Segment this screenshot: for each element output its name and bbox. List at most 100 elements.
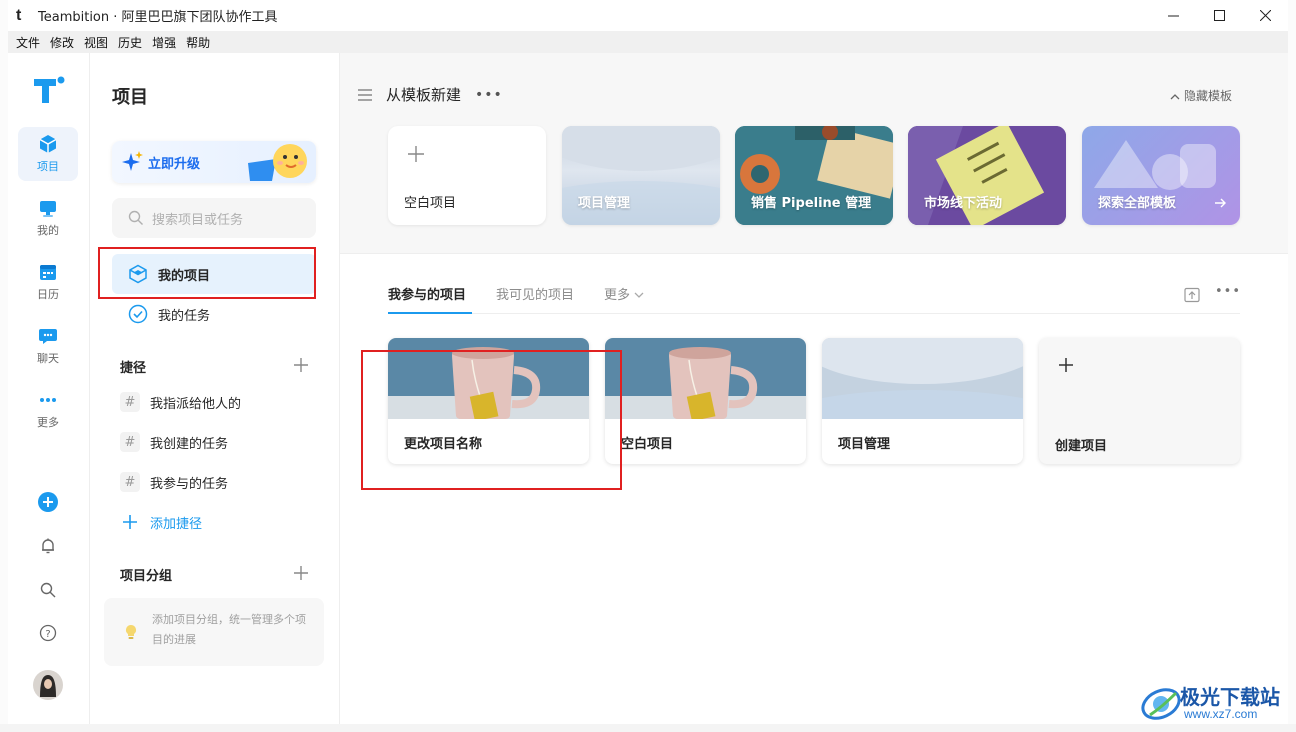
template-sales-pipeline[interactable]: 销售 Pipeline 管理 bbox=[735, 126, 893, 225]
menu-history[interactable]: 历史 bbox=[118, 34, 142, 51]
menu-bar: 文件 修改 视图 历史 增强 帮助 bbox=[8, 31, 1288, 53]
rail-label: 项目 bbox=[37, 160, 59, 173]
project-cover-image bbox=[822, 338, 1023, 419]
add-group-plus-icon[interactable] bbox=[293, 565, 309, 581]
rail-item-chat[interactable]: 聊天 bbox=[18, 319, 78, 373]
plus-icon bbox=[123, 515, 137, 529]
cube-icon bbox=[39, 135, 57, 153]
watermark-title: 极光下载站 bbox=[1180, 685, 1280, 709]
plus-icon bbox=[1059, 358, 1073, 372]
shortcut-participating[interactable]: # 我参与的任务 bbox=[120, 470, 228, 494]
template-blank[interactable]: 空白项目 bbox=[388, 126, 546, 225]
rail-item-more[interactable]: 更多 bbox=[18, 383, 78, 437]
groups-tip-text: 添加项目分组，统一管理多个项目的进展 bbox=[152, 613, 306, 646]
rail-label: 日历 bbox=[37, 288, 59, 301]
rail-item-calendar[interactable]: 日历 bbox=[18, 255, 78, 309]
rail-label: 我的 bbox=[37, 224, 59, 237]
search-input[interactable]: 搜索项目或任务 bbox=[112, 198, 316, 238]
menu-icon[interactable] bbox=[358, 88, 372, 101]
rail-label: 聊天 bbox=[37, 352, 59, 365]
nav-my-tasks[interactable]: 我的任务 bbox=[112, 294, 316, 334]
hash-icon: # bbox=[120, 432, 140, 452]
sparkle-icon bbox=[122, 151, 143, 171]
project-tabs: 我参与的项目 我可见的项目 更多 ••• bbox=[388, 281, 1240, 314]
project-name: 空白项目 bbox=[621, 437, 674, 452]
tab-visible[interactable]: 我可见的项目 bbox=[496, 284, 574, 303]
create-project-label: 创建项目 bbox=[1055, 439, 1108, 454]
add-shortcut-plus-icon[interactable] bbox=[293, 357, 309, 373]
more-icon[interactable]: ••• bbox=[475, 87, 503, 103]
add-shortcut-label: 添加捷径 bbox=[150, 516, 203, 532]
main-content: 从模板新建 ••• 隐藏模板 空白项目 项目管理 销售 Pipeline 管理 … bbox=[340, 53, 1288, 724]
window-frame-right bbox=[1288, 0, 1296, 732]
close-icon[interactable] bbox=[1242, 0, 1288, 31]
menu-help[interactable]: 帮助 bbox=[186, 34, 210, 51]
svg-text:?: ? bbox=[45, 629, 50, 640]
chat-icon bbox=[39, 329, 57, 344]
project-cover-image bbox=[605, 338, 806, 419]
rail-item-projects[interactable]: 项目 bbox=[18, 127, 78, 181]
chevron-down-icon bbox=[634, 292, 644, 298]
project-sidebar: 项目 立即升级 搜索项目或任务 我的项目 我的任务 捷径 # 我指派给他人的 #… bbox=[90, 53, 340, 724]
rail-item-mine[interactable]: 我的 bbox=[18, 191, 78, 245]
maximize-icon[interactable] bbox=[1196, 0, 1242, 31]
monitor-icon bbox=[40, 201, 56, 217]
export-icon[interactable] bbox=[1184, 287, 1200, 303]
add-icon[interactable] bbox=[36, 490, 60, 514]
shortcut-label: 我参与的任务 bbox=[150, 476, 229, 492]
project-name: 更改项目名称 bbox=[404, 437, 483, 452]
upgrade-banner[interactable]: 立即升级 bbox=[112, 141, 316, 183]
mascot-icon bbox=[248, 144, 307, 181]
more-options-icon[interactable]: ••• bbox=[1215, 284, 1241, 299]
minimize-icon[interactable] bbox=[1150, 0, 1196, 31]
hash-icon: # bbox=[120, 392, 140, 412]
app-logo-icon: t bbox=[16, 6, 22, 24]
project-card[interactable]: 项目管理 bbox=[822, 338, 1023, 464]
tab-participating[interactable]: 我参与的项目 bbox=[388, 284, 466, 303]
watermark-url: www.xz7.com bbox=[1184, 707, 1258, 721]
arrow-right-icon bbox=[1215, 198, 1226, 208]
template-explore-all[interactable]: 探索全部模板 bbox=[1082, 126, 1240, 225]
window-frame-bottom bbox=[0, 724, 1296, 732]
template-offline-marketing[interactable]: 市场线下活动 bbox=[908, 126, 1066, 225]
bell-icon[interactable] bbox=[36, 534, 60, 558]
tab-more[interactable]: 更多 bbox=[604, 284, 644, 303]
avatar[interactable] bbox=[32, 669, 64, 701]
teambition-logo-icon[interactable] bbox=[32, 75, 66, 109]
search-icon[interactable] bbox=[36, 578, 60, 602]
calendar-icon bbox=[40, 265, 56, 280]
search-placeholder: 搜索项目或任务 bbox=[152, 212, 244, 228]
site-watermark: 极光下载站 www.xz7.com bbox=[1140, 681, 1290, 725]
template-heading: 从模板新建 bbox=[386, 86, 462, 104]
project-card[interactable]: 空白项目 bbox=[605, 338, 806, 464]
project-card[interactable]: 更改项目名称 bbox=[388, 338, 589, 464]
shortcut-created-by-me[interactable]: # 我创建的任务 bbox=[120, 430, 228, 454]
add-shortcut-link[interactable]: 添加捷径 bbox=[120, 510, 202, 534]
sidebar-title: 项目 bbox=[112, 87, 148, 108]
search-icon bbox=[128, 210, 143, 225]
shortcut-assigned-by-me[interactable]: # 我指派给他人的 bbox=[120, 390, 241, 414]
help-icon[interactable]: ? bbox=[36, 621, 60, 645]
create-project-card[interactable]: 创建项目 bbox=[1039, 338, 1240, 464]
tab-more-label: 更多 bbox=[604, 288, 631, 303]
shortcuts-title: 捷径 bbox=[120, 361, 147, 376]
menu-enhance[interactable]: 增强 bbox=[152, 34, 176, 51]
template-section: 从模板新建 ••• 隐藏模板 空白项目 项目管理 销售 Pipeline 管理 … bbox=[340, 53, 1288, 254]
template-label: 市场线下活动 bbox=[924, 196, 1003, 211]
nav-label: 我的任务 bbox=[158, 308, 211, 324]
template-project-management[interactable]: 项目管理 bbox=[562, 126, 720, 225]
hide-templates-button[interactable]: 隐藏模板 bbox=[1170, 87, 1232, 104]
groups-title: 项目分组 bbox=[120, 569, 173, 584]
menu-view[interactable]: 视图 bbox=[84, 34, 108, 51]
template-header: 从模板新建 ••• bbox=[358, 84, 503, 105]
menu-file[interactable]: 文件 bbox=[16, 34, 40, 51]
template-label: 销售 Pipeline 管理 bbox=[751, 196, 872, 211]
nav-rail: 项目 我的 日历 聊天 更多 ? bbox=[8, 53, 90, 724]
title-bar: t Teambition · 阿里巴巴旗下团队协作工具 bbox=[8, 0, 1288, 31]
template-label: 探索全部模板 bbox=[1098, 196, 1177, 211]
nav-my-projects[interactable]: 我的项目 bbox=[112, 254, 316, 294]
menu-edit[interactable]: 修改 bbox=[50, 34, 74, 51]
shortcut-label: 我创建的任务 bbox=[150, 436, 229, 452]
lightbulb-icon bbox=[126, 625, 136, 639]
window-title: Teambition · 阿里巴巴旗下团队协作工具 bbox=[38, 10, 278, 25]
